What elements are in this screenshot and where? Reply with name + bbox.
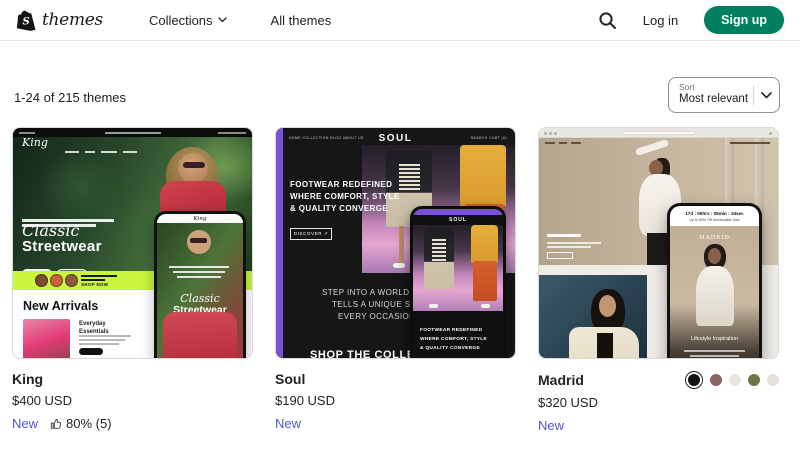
sort-dropdown[interactable]: Sort Most relevant bbox=[668, 77, 780, 113]
theme-card-madrid: 17d : 05hrs : 05min : 34sec Up to 50% Of… bbox=[538, 127, 779, 433]
king-strip-cta: SHOP NOW bbox=[81, 282, 108, 287]
nav-collections[interactable]: Collections bbox=[149, 13, 227, 28]
theme-name[interactable]: King bbox=[12, 371, 43, 387]
thumbs-up-icon bbox=[50, 418, 62, 430]
madrid-countdown: 17d : 05hrs : 05min : 34sec bbox=[670, 211, 759, 216]
swatch-mauve[interactable] bbox=[710, 374, 722, 386]
theme-preview-madrid[interactable]: 17d : 05hrs : 05min : 34sec Up to 50% Of… bbox=[538, 127, 779, 359]
theme-meta-king: King $400 USD New 80% (5) bbox=[12, 371, 253, 431]
madrid-phone-heading: Lifestyle Inspiration bbox=[670, 336, 759, 342]
theme-preview-king[interactable]: King Classic Streetwear SHOP NOW New Arr… bbox=[12, 127, 253, 359]
soul-phone-heading-3: & QUALITY CONVERGE bbox=[420, 346, 480, 351]
sort-label: Sort bbox=[679, 82, 753, 92]
top-nav-bar: S themes Collections All themes Log in S… bbox=[0, 0, 800, 41]
theme-name[interactable]: Madrid bbox=[538, 372, 584, 388]
chevron-down-icon bbox=[218, 17, 227, 23]
king-phone-mockup: King Classic Streetwear bbox=[154, 211, 246, 359]
rating-text: 80% (5) bbox=[66, 416, 112, 431]
soul-story-3: EVERY OCCASION . bbox=[338, 312, 421, 321]
madrid-sale-text: Up to 50% Off Unmissable Sale bbox=[670, 218, 759, 222]
svg-text:S: S bbox=[23, 17, 30, 28]
swatch-light-gray[interactable] bbox=[729, 374, 741, 386]
king-hero-heading-2: Streetwear bbox=[22, 238, 102, 255]
madrid-secondary-image bbox=[539, 275, 647, 358]
theme-rating: 80% (5) bbox=[50, 416, 112, 431]
new-badge: New bbox=[12, 416, 38, 431]
header-actions: Log in Sign up bbox=[598, 6, 784, 34]
swatch-black-selected[interactable] bbox=[685, 371, 703, 389]
shopify-bag-icon: S bbox=[16, 9, 36, 31]
king-product-image bbox=[23, 319, 70, 359]
new-badge: New bbox=[275, 416, 301, 431]
signup-button[interactable]: Sign up bbox=[704, 6, 784, 34]
theme-card-king: King Classic Streetwear SHOP NOW New Arr… bbox=[12, 127, 253, 431]
browser-chrome-bar bbox=[539, 128, 778, 138]
search-icon bbox=[598, 11, 617, 30]
login-link[interactable]: Log in bbox=[643, 13, 678, 28]
soul-side-stripe bbox=[276, 128, 283, 358]
theme-price: $190 USD bbox=[275, 393, 516, 408]
madrid-phone-mockup: 17d : 05hrs : 05min : 34sec Up to 50% Of… bbox=[667, 203, 762, 359]
soul-phone-heading-1: FOOTWEAR REDEFINED bbox=[420, 328, 482, 333]
nav-all-themes[interactable]: All themes bbox=[271, 13, 332, 28]
soul-heading-1: FOOTWEAR REDEFINED bbox=[290, 180, 392, 189]
soul-logo: SOUL bbox=[276, 133, 515, 144]
swatch-cream[interactable] bbox=[767, 374, 779, 386]
soul-story-1: STEP INTO A WORLD W bbox=[322, 288, 420, 297]
theme-meta-madrid: Madrid $320 USD New bbox=[538, 371, 779, 433]
theme-price: $400 USD bbox=[12, 393, 253, 408]
theme-price: $320 USD bbox=[538, 395, 779, 410]
search-button[interactable] bbox=[598, 11, 617, 30]
browser-url-pill bbox=[622, 131, 696, 135]
madrid-phone-logo: MADRID bbox=[670, 235, 759, 241]
soul-story-2: TELLS A UNIQUE STO bbox=[332, 300, 422, 309]
chevron-down-icon bbox=[761, 92, 772, 99]
results-count: 1-24 of 215 themes bbox=[14, 90, 126, 105]
themes-store-page: S themes Collections All themes Log in S… bbox=[0, 0, 800, 450]
sunglasses-shape bbox=[183, 162, 205, 168]
swatch-olive[interactable] bbox=[748, 374, 760, 386]
soul-discover-button: DISCOVER ↗ bbox=[290, 228, 332, 240]
soul-phone-mockup: SOUL FOOTWEAR REDEFINED WHERE COMFORT, S… bbox=[410, 206, 506, 359]
soul-phone-heading-2: WHERE COMFORT, STYLE bbox=[420, 337, 487, 342]
theme-preview-soul[interactable]: HOME COLLECTION BLOG ABOUT US SEARCH CAR… bbox=[275, 127, 516, 359]
soul-heading-2: WHERE COMFORT, STYLE bbox=[290, 192, 400, 201]
sort-selected-value: Most relevant bbox=[679, 93, 753, 105]
new-badge: New bbox=[538, 418, 564, 433]
king-product-button bbox=[79, 348, 103, 355]
king-logo: King bbox=[22, 136, 48, 149]
color-swatches bbox=[685, 371, 779, 389]
soul-heading-3: & QUALITY CONVERGE bbox=[290, 204, 388, 213]
logo-wordmark: themes bbox=[42, 10, 103, 30]
primary-nav: Collections All themes bbox=[149, 13, 331, 28]
theme-meta-soul: Soul $190 USD New bbox=[275, 371, 516, 431]
shopify-themes-logo[interactable]: S themes bbox=[16, 9, 103, 31]
soul-phone-logo: SOUL bbox=[413, 217, 503, 223]
preview-announcement-bar bbox=[13, 128, 252, 137]
theme-card-soul: HOME COLLECTION BLOG ABOUT US SEARCH CAR… bbox=[275, 127, 516, 431]
theme-name[interactable]: Soul bbox=[275, 371, 305, 387]
king-section-heading: New Arrivals bbox=[23, 299, 98, 313]
